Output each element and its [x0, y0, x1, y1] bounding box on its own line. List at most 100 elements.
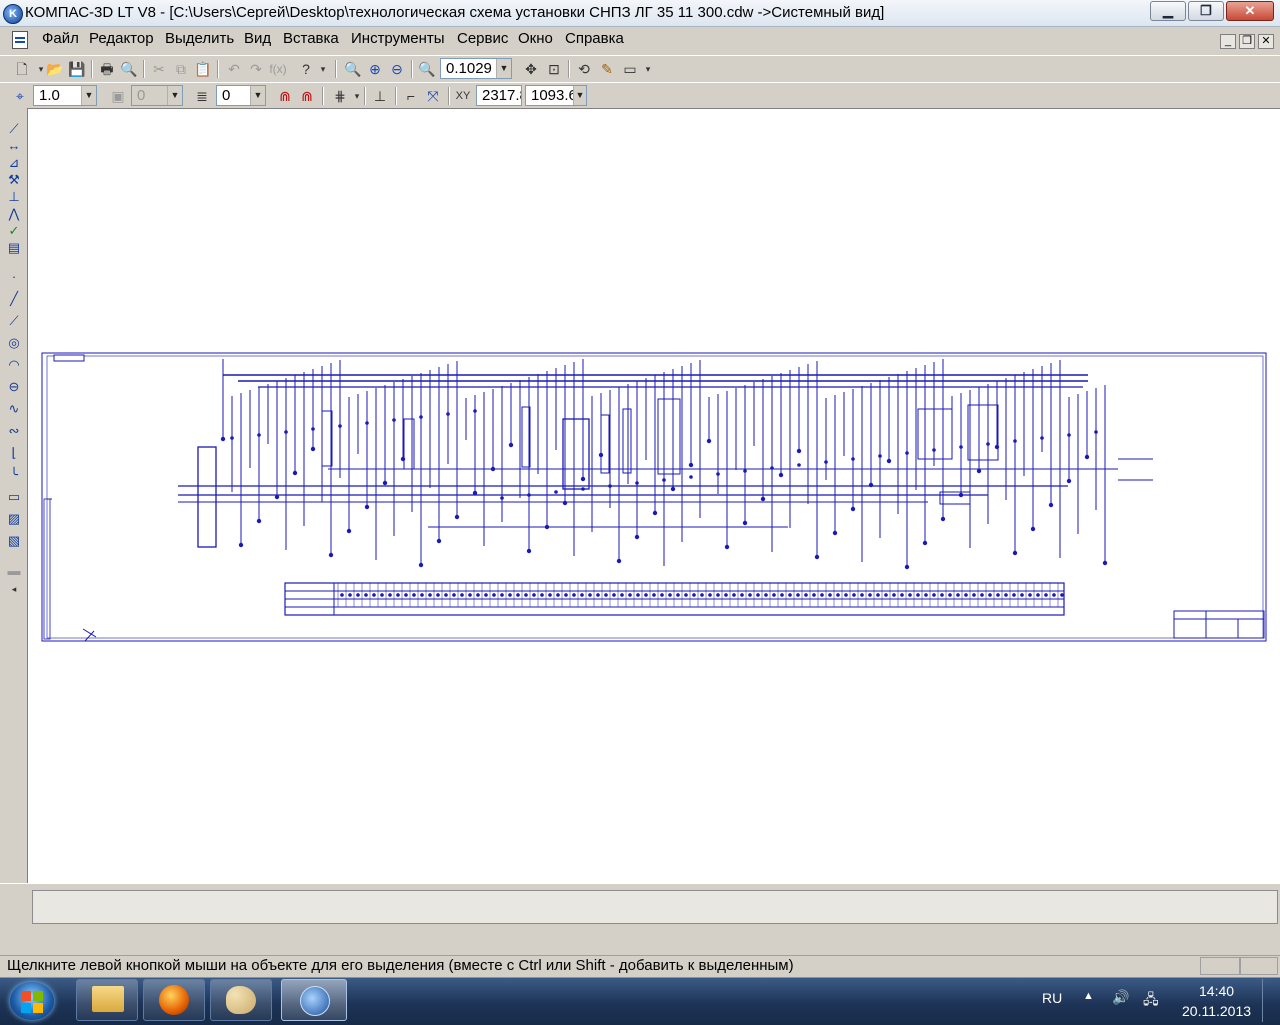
- save-icon[interactable]: 💾: [67, 59, 87, 79]
- ortho-icon[interactable]: ⌐: [401, 86, 421, 106]
- pan-icon[interactable]: ✥: [521, 59, 541, 79]
- scroll-down-icon[interactable]: ◂: [4, 580, 24, 598]
- toolbar-separator: [568, 60, 570, 78]
- chevron-down-icon[interactable]: ▼: [250, 86, 265, 105]
- document-icon[interactable]: [12, 31, 28, 49]
- menu-tools[interactable]: Инструменты: [351, 30, 445, 47]
- paste-icon[interactable]: 📋: [193, 59, 213, 79]
- volume-icon[interactable]: 🔊: [1112, 989, 1129, 1006]
- taskbar-firefox-button[interactable]: [143, 979, 205, 1021]
- chevron-down-icon[interactable]: ▼: [496, 59, 511, 78]
- menu-select[interactable]: Выделить: [165, 30, 234, 47]
- collect-contour-icon[interactable]: ▧: [4, 532, 24, 550]
- menu-view[interactable]: Вид: [244, 30, 271, 47]
- coord-y-field[interactable]: 1093.6 ▼: [525, 85, 587, 106]
- taskbar-paint-button[interactable]: [210, 979, 272, 1021]
- local-cs-icon[interactable]: ⊥: [370, 86, 390, 106]
- menu-help[interactable]: Справка: [565, 30, 624, 47]
- snap-magnet-icon[interactable]: ⋒: [275, 86, 295, 106]
- circle-icon[interactable]: ◎: [4, 334, 24, 352]
- point-icon[interactable]: ·: [4, 268, 24, 286]
- snap-magnet-global-icon[interactable]: ⋒: [297, 86, 317, 106]
- view-combo[interactable]: 0 ▼: [131, 85, 183, 106]
- round-icon[interactable]: ⤧: [423, 86, 443, 106]
- zoom-scale-icon[interactable]: 🔍: [417, 59, 437, 79]
- panel-dropdown-icon[interactable]: ▾: [638, 59, 658, 79]
- layer-combo[interactable]: 0 ▼: [216, 85, 266, 106]
- open-icon[interactable]: 📂: [45, 59, 65, 79]
- taskbar-kompas-button[interactable]: [281, 979, 347, 1021]
- table-marker: [548, 593, 552, 597]
- manager-icon[interactable]: ✎: [597, 59, 617, 79]
- spec-palette-icon[interactable]: ▤: [4, 239, 24, 257]
- cut-icon[interactable]: ✂: [149, 59, 169, 79]
- doc-close-button[interactable]: ✕: [1258, 34, 1274, 49]
- start-button[interactable]: [10, 982, 54, 1020]
- geometry-palette-icon[interactable]: ⟋: [4, 120, 24, 138]
- redo-icon[interactable]: ↷: [246, 59, 266, 79]
- measure-palette-icon[interactable]: ⋀: [4, 205, 24, 223]
- drawing-canvas[interactable]: [27, 108, 1280, 883]
- view-state-icon[interactable]: ▣: [108, 86, 128, 106]
- clock-date[interactable]: 20.11.2013: [1182, 1003, 1251, 1019]
- maximize-button[interactable]: ❐: [1188, 1, 1224, 21]
- print-icon[interactable]: 🖶: [97, 59, 117, 79]
- spline-icon[interactable]: ∿: [4, 400, 24, 418]
- valve-node: [1102, 560, 1108, 566]
- zoom-out-icon[interactable]: ⊖: [387, 59, 407, 79]
- arc-icon[interactable]: ◠: [4, 356, 24, 374]
- chevron-down-icon[interactable]: ▼: [81, 86, 96, 105]
- refresh-icon[interactable]: ⟲: [574, 59, 594, 79]
- taskbar-explorer-button[interactable]: [76, 979, 138, 1021]
- ellipse-icon[interactable]: ⊖: [4, 378, 24, 396]
- step-cursor-icon[interactable]: ⌖: [10, 86, 30, 106]
- property-field[interactable]: [32, 890, 1278, 924]
- zoom-window-icon[interactable]: 🔍: [343, 59, 363, 79]
- doc-minimize-button[interactable]: _: [1220, 34, 1236, 49]
- menu-insert[interactable]: Вставка: [283, 30, 339, 47]
- print-preview-icon[interactable]: 🔍: [119, 59, 139, 79]
- menu-window[interactable]: Окно: [518, 30, 553, 47]
- minimize-button[interactable]: ▁: [1150, 1, 1186, 21]
- chevron-down-icon[interactable]: ▼: [167, 86, 182, 105]
- chevron-down-icon[interactable]: ▼: [573, 86, 586, 105]
- valve-node: [418, 562, 424, 568]
- doc-restore-button[interactable]: ❐: [1239, 34, 1255, 49]
- panel-icon[interactable]: ▭: [620, 59, 640, 79]
- fillet-icon[interactable]: ╰: [4, 466, 24, 484]
- zoom-in-icon[interactable]: ⊕: [365, 59, 385, 79]
- layer-icon[interactable]: ≣: [192, 86, 212, 106]
- function-icon[interactable]: f(x): [268, 59, 288, 79]
- notation-palette-icon[interactable]: ⊿: [4, 154, 24, 172]
- menu-edit[interactable]: Редактор: [89, 30, 154, 47]
- network-icon[interactable]: 🖧: [1143, 989, 1159, 1013]
- select-palette-icon[interactable]: ✓: [4, 222, 24, 240]
- show-all-icon[interactable]: ⊡: [544, 59, 564, 79]
- table-marker: [1004, 593, 1008, 597]
- kompas-logo-icon[interactable]: K: [3, 4, 23, 24]
- parametrize-palette-icon[interactable]: ⊥: [4, 188, 24, 206]
- rectangle-icon[interactable]: ▭: [4, 488, 24, 506]
- zoom-scale-combo[interactable]: 0.1029 ▼: [440, 58, 512, 79]
- new-document-icon[interactable]: 🗋: [12, 59, 32, 79]
- language-indicator[interactable]: RU: [1042, 990, 1062, 1006]
- copy-icon[interactable]: ⧉: [171, 59, 191, 79]
- dimensions-palette-icon[interactable]: ↔: [4, 137, 24, 155]
- step-combo[interactable]: 1.0 ▼: [33, 85, 97, 106]
- show-hidden-icons-icon[interactable]: ▲: [1083, 990, 1094, 1002]
- menu-service[interactable]: Сервис: [457, 30, 508, 47]
- dimmed-tool-icon[interactable]: ▬: [4, 562, 24, 580]
- coord-x-field[interactable]: 2317.8: [476, 85, 522, 106]
- segment-icon[interactable]: ⟋: [4, 312, 24, 330]
- menu-file[interactable]: Файл: [42, 30, 79, 47]
- clock-time[interactable]: 14:40: [1199, 983, 1234, 999]
- close-button[interactable]: ✕: [1226, 1, 1274, 21]
- undo-icon[interactable]: ↶: [224, 59, 244, 79]
- help-dropdown-icon[interactable]: ▾: [313, 59, 333, 79]
- show-desktop-button[interactable]: [1262, 979, 1279, 1022]
- chamfer-icon[interactable]: ⌊: [4, 444, 24, 462]
- auxiliary-line-icon[interactable]: ╱: [4, 290, 24, 308]
- hatch-icon[interactable]: ▨: [4, 510, 24, 528]
- edit-palette-icon[interactable]: ⚒: [4, 171, 24, 189]
- bezier-icon[interactable]: ∾: [4, 422, 24, 440]
